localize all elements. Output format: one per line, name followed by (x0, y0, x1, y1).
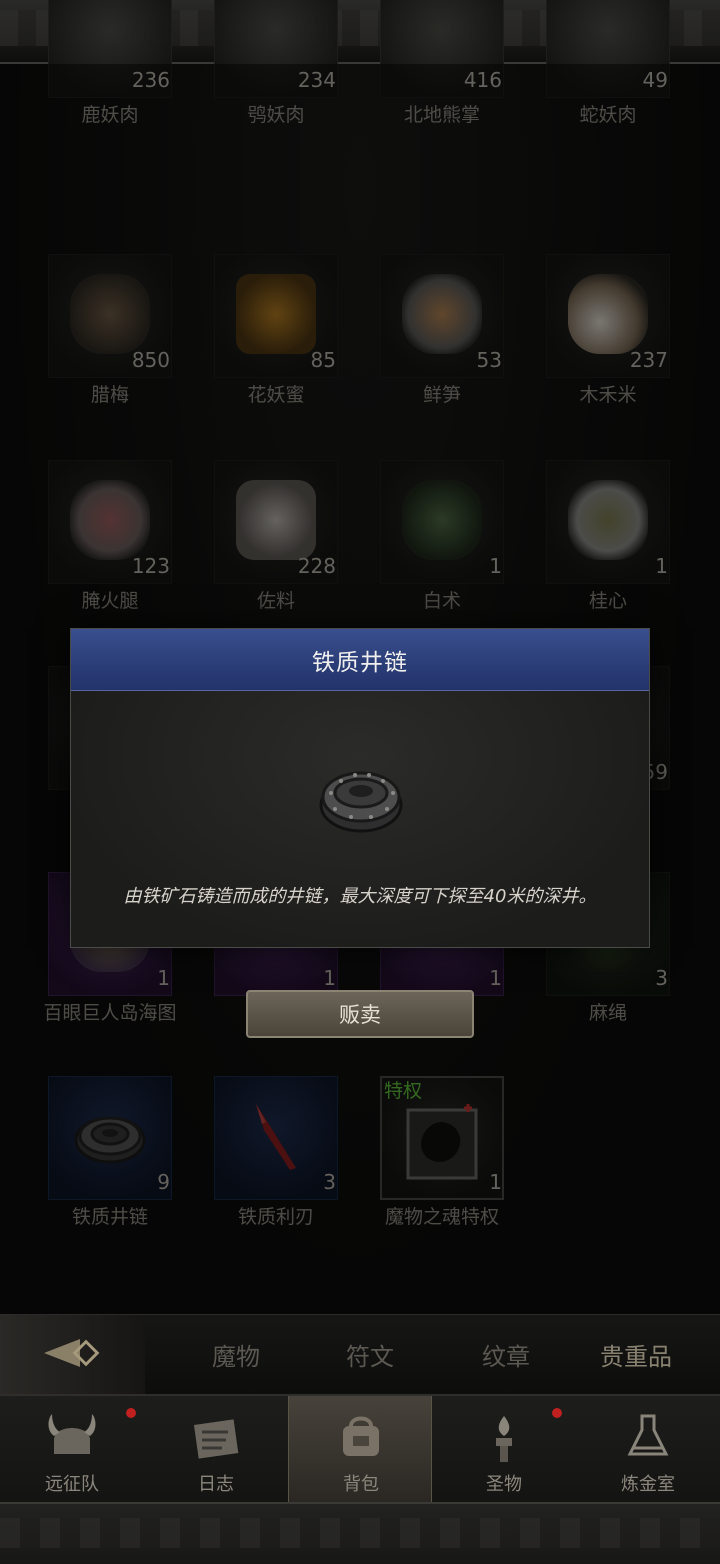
dialog-header: 铁质井链 (71, 629, 649, 691)
dialog-title: 铁质井链 (312, 649, 408, 676)
bottom-navigation: 远征队 日志 背包 圣物 炼金室 (0, 1394, 720, 1504)
notification-dot (552, 1408, 562, 1418)
nav-alchemy[interactable]: 炼金室 (576, 1396, 720, 1504)
bottom-frame (0, 1502, 720, 1564)
arrow-left-icon (44, 1339, 100, 1367)
tab-crests[interactable]: 纹章 (482, 1337, 530, 1372)
viking-helmet-icon (48, 1414, 96, 1454)
tab-monsters[interactable]: 魔物 (212, 1337, 260, 1372)
notification-dot (126, 1408, 136, 1418)
torch-icon (496, 1416, 512, 1462)
scroll-icon (193, 1419, 239, 1459)
sell-button-label: 贩卖 (339, 1003, 381, 1027)
item-description: 由铁矿石铸造而成的井链，最大深度可下探至40米的深井。 (123, 886, 597, 907)
category-tabs: 魔物 符文 纹章 贵重品 (0, 1314, 720, 1395)
alchemy-icon (627, 1414, 669, 1456)
tab-valuables[interactable]: 贵重品 (600, 1337, 672, 1372)
item-detail-dialog: 铁质井链 由铁矿石铸造而成的井链，最大深度可下探至40米的深井。 (70, 628, 650, 948)
iron-chain-icon (319, 771, 403, 833)
backpack-icon (343, 1416, 379, 1456)
tab-runes[interactable]: 符文 (346, 1337, 394, 1372)
nav-relics[interactable]: 圣物 (432, 1396, 576, 1504)
nav-journal[interactable]: 日志 (144, 1396, 288, 1504)
sell-button[interactable]: 贩卖 (246, 990, 474, 1038)
nav-backpack[interactable]: 背包 (288, 1396, 432, 1504)
nav-expedition[interactable]: 远征队 (0, 1396, 144, 1504)
back-button[interactable] (0, 1315, 145, 1395)
